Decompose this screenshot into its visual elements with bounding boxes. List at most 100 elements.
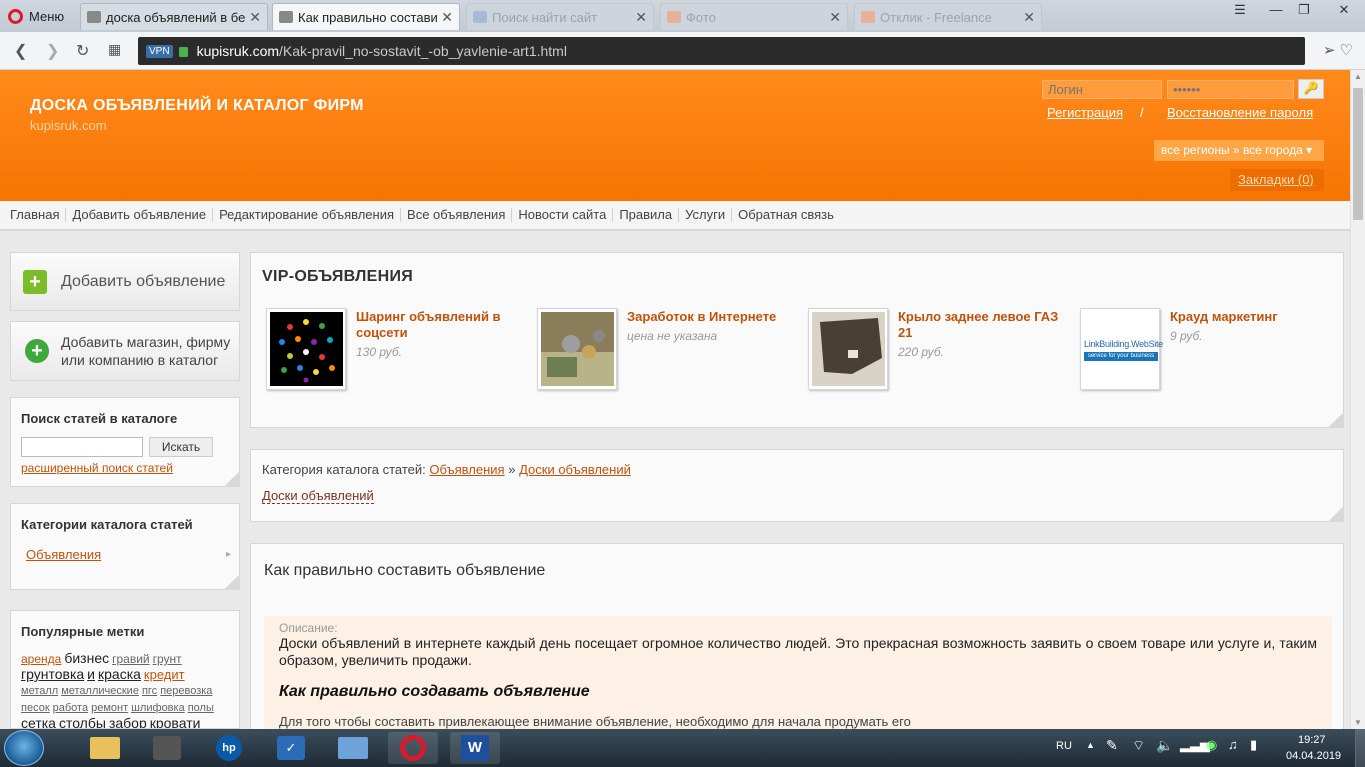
vip-card[interactable]: LinkBuilding.WebSite service for your bu… bbox=[1080, 308, 1342, 392]
nav-services[interactable]: Услуги bbox=[679, 208, 733, 222]
keyboard-icon[interactable] bbox=[328, 732, 378, 764]
back-icon[interactable]: ❮ bbox=[14, 41, 27, 61]
tag-link[interactable]: кровати bbox=[150, 715, 201, 729]
password-input[interactable] bbox=[1167, 80, 1294, 99]
vip-thumb[interactable] bbox=[808, 308, 888, 390]
nav-home[interactable]: Главная bbox=[0, 208, 67, 222]
nav-news[interactable]: Новости сайта bbox=[512, 208, 614, 222]
clock-time[interactable]: 19:27 bbox=[1298, 734, 1326, 746]
add-company-button[interactable]: + Добавить магазин, фирму или компанию в… bbox=[10, 321, 240, 381]
tag-link[interactable]: работа bbox=[53, 702, 88, 714]
tab-photo[interactable]: Фото ✕ bbox=[660, 3, 848, 30]
article-search-button[interactable]: Искать bbox=[149, 437, 213, 457]
tag-link[interactable]: столбы bbox=[59, 715, 106, 729]
vip-thumb[interactable] bbox=[266, 308, 346, 390]
close-tab-icon[interactable]: ✕ bbox=[829, 9, 841, 26]
close-window-icon[interactable]: ✕ bbox=[1330, 0, 1358, 20]
antenna-tray-icon[interactable]: ⌔ bbox=[1132, 737, 1145, 755]
speed-dial-icon[interactable]: ▦ bbox=[108, 41, 121, 58]
tag-link[interactable]: краска bbox=[98, 666, 141, 682]
tag-link[interactable]: грунт bbox=[153, 652, 182, 666]
category-item-ads[interactable]: Объявления bbox=[26, 547, 101, 562]
tag-boards-link[interactable]: Доски объявлений bbox=[262, 488, 374, 504]
language-indicator[interactable]: RU bbox=[1056, 740, 1072, 752]
tag-link[interactable]: и bbox=[87, 666, 95, 682]
register-link[interactable]: Регистрация bbox=[1047, 105, 1123, 120]
advanced-search-link[interactable]: расширенный поиск статей bbox=[21, 461, 173, 475]
minimize-icon[interactable]: — bbox=[1262, 0, 1290, 20]
tab-ad-board[interactable]: доска объявлений в бел ✕ bbox=[80, 3, 268, 30]
vpn-badge[interactable]: VPN bbox=[146, 44, 173, 58]
nav-all-ads[interactable]: Все объявления bbox=[401, 208, 513, 222]
tab-current[interactable]: Как правильно составить ✕ bbox=[272, 3, 460, 30]
tag-link[interactable]: сетка bbox=[21, 715, 56, 729]
vip-thumb[interactable]: LinkBuilding.WebSite service for your bu… bbox=[1080, 308, 1163, 390]
login-key-button[interactable]: 🔑 bbox=[1298, 79, 1324, 99]
vip-card[interactable]: Крыло заднее левое ГАЗ 21 220 руб. bbox=[808, 308, 1070, 392]
tray-expand-icon[interactable]: ▲ bbox=[1086, 740, 1095, 750]
hp-icon[interactable]: hp bbox=[204, 732, 254, 764]
close-tab-icon[interactable]: ✕ bbox=[441, 9, 453, 26]
status-tray-icon[interactable]: ◉ bbox=[1206, 737, 1217, 753]
add-ad-button[interactable]: + Добавить объявление bbox=[10, 252, 240, 311]
tag-link[interactable]: ремонт bbox=[91, 702, 128, 714]
vip-thumb[interactable] bbox=[537, 308, 617, 390]
tag-link[interactable]: песок bbox=[21, 702, 50, 714]
region-select[interactable]: все регионы » все города ▾ bbox=[1154, 140, 1324, 161]
tag-link[interactable]: перевозка bbox=[160, 685, 212, 697]
vip-item-title[interactable]: Заработок в Интернете bbox=[627, 309, 797, 325]
vip-item-title[interactable]: Крауд маркетинг bbox=[1170, 309, 1340, 325]
tab-freelance[interactable]: Отклик - Freelance ✕ bbox=[854, 3, 1042, 30]
tag-link[interactable]: забор bbox=[109, 715, 147, 729]
word-icon[interactable]: W bbox=[450, 732, 500, 764]
tag-link[interactable]: металл bbox=[21, 685, 58, 697]
tag-link[interactable]: бизнес bbox=[64, 650, 109, 666]
close-tab-icon[interactable]: ✕ bbox=[249, 9, 261, 26]
tag-link[interactable]: шлифовка bbox=[131, 702, 185, 714]
tag-link[interactable]: кредит bbox=[144, 667, 185, 682]
lock-icon[interactable] bbox=[178, 47, 188, 57]
breadcrumb-boards-link[interactable]: Доски объявлений bbox=[519, 462, 631, 477]
nav-edit-ad[interactable]: Редактирование объявления bbox=[213, 208, 402, 222]
tag-link[interactable]: грунтовка bbox=[21, 666, 84, 682]
tag-link[interactable]: полы bbox=[188, 702, 214, 714]
nav-add-ad[interactable]: Добавить объявление bbox=[66, 208, 214, 222]
volume-tray-icon[interactable]: 🔈 bbox=[1156, 737, 1173, 754]
tag-link[interactable]: аренда bbox=[21, 652, 61, 666]
clock-date[interactable]: 04.04.2019 bbox=[1286, 750, 1341, 762]
vip-card[interactable]: Шаринг объявлений в соцсети 130 руб. bbox=[266, 308, 528, 392]
vip-item-title[interactable]: Крыло заднее левое ГАЗ 21 bbox=[898, 309, 1068, 341]
restore-password-link[interactable]: Восстановление пароля bbox=[1167, 105, 1313, 120]
nav-rules[interactable]: Правила bbox=[613, 208, 680, 222]
scrollbar-thumb[interactable] bbox=[1353, 88, 1363, 220]
pen-tray-icon[interactable]: ✎ bbox=[1106, 737, 1118, 754]
start-button[interactable] bbox=[4, 730, 44, 766]
tasks-icon[interactable]: ✓ bbox=[266, 732, 316, 764]
send-heart-icons[interactable]: ➢ ♡ bbox=[1323, 41, 1353, 59]
nav-feedback[interactable]: Обратная связь bbox=[732, 208, 840, 222]
tag-link[interactable]: металлические bbox=[61, 685, 139, 697]
vip-item-title[interactable]: Шаринг объявлений в соцсети bbox=[356, 309, 526, 341]
close-tab-icon[interactable]: ✕ bbox=[1023, 9, 1035, 26]
breadcrumb-ads-link[interactable]: Объявления bbox=[429, 462, 504, 477]
show-desktop-button[interactable] bbox=[1355, 729, 1365, 767]
battery-tray-icon[interactable]: ▮ bbox=[1250, 737, 1257, 753]
opera-taskbar-icon[interactable] bbox=[388, 732, 438, 764]
scroll-down-icon[interactable]: ▼ bbox=[1354, 718, 1362, 727]
close-tab-icon[interactable]: ✕ bbox=[635, 9, 647, 26]
article-search-input[interactable] bbox=[21, 437, 143, 457]
reload-icon[interactable]: ↻ bbox=[76, 41, 89, 61]
tab-menu-icon[interactable]: ☰ bbox=[1226, 0, 1254, 20]
forward-icon[interactable]: ❯ bbox=[46, 41, 59, 61]
page-scrollbar[interactable]: ▲ ▼ bbox=[1350, 70, 1365, 729]
site-title[interactable]: ДОСКА ОБЪЯВЛЕНИЙ И КАТАЛОГ ФИРМ bbox=[30, 97, 364, 115]
opera-menu-button[interactable]: Меню bbox=[0, 0, 76, 32]
explorer-icon[interactable] bbox=[80, 732, 130, 764]
scroll-up-icon[interactable]: ▲ bbox=[1354, 72, 1362, 81]
url-field[interactable]: VPN kupisruk.com/Kak-pravil_no-sostavit_… bbox=[138, 37, 1305, 65]
music-tray-icon[interactable]: ♫ bbox=[1228, 737, 1238, 752]
tag-link[interactable]: пгс bbox=[142, 685, 157, 697]
bookmarks-button[interactable]: Закладки (0) bbox=[1230, 169, 1324, 191]
vip-card[interactable]: Заработок в Интернете цена не указана bbox=[537, 308, 799, 392]
tag-link[interactable]: гравий bbox=[112, 652, 150, 666]
